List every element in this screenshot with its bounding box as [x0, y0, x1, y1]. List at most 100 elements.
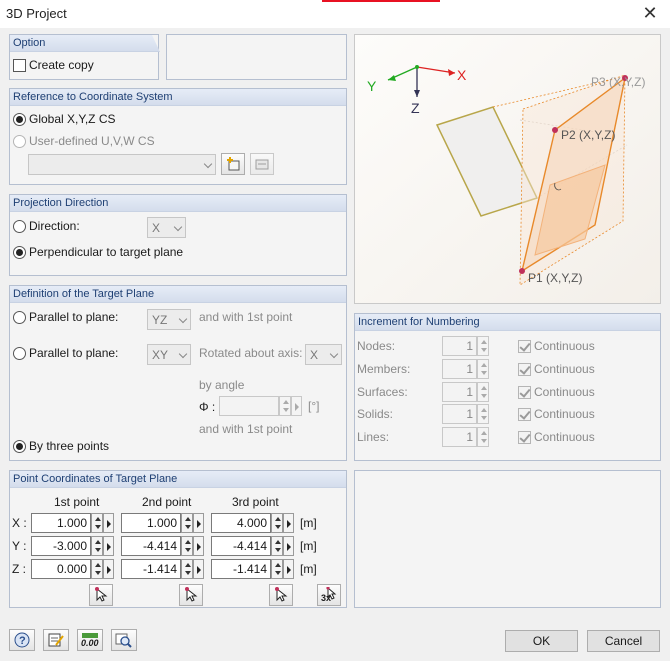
- user-defined-cs-radio[interactable]: [13, 135, 26, 148]
- solids-increment-spinner[interactable]: [477, 404, 489, 424]
- surfaces-increment-spinner[interactable]: [477, 382, 489, 402]
- angle-input[interactable]: [219, 396, 279, 416]
- z-2nd-spinner[interactable]: [181, 559, 193, 579]
- lines-increment-input[interactable]: 1: [442, 427, 477, 447]
- x-3rd-input[interactable]: 4.000: [211, 513, 271, 533]
- new-cs-icon: [227, 157, 240, 171]
- by-angle-label: by angle: [199, 378, 245, 392]
- z-2nd-input[interactable]: -1.414: [121, 559, 181, 579]
- parallel-plane-1-radio[interactable]: [13, 311, 26, 324]
- surfaces-label: Surfaces:: [357, 385, 408, 399]
- z-2nd-arrow[interactable]: [193, 559, 204, 579]
- three-points-label: By three points: [29, 439, 110, 453]
- solids-increment-input[interactable]: 1: [442, 404, 477, 424]
- y-3rd-spinner[interactable]: [271, 536, 283, 556]
- y-2nd-spinner[interactable]: [181, 536, 193, 556]
- members-increment-input[interactable]: 1: [442, 359, 477, 379]
- y-1st-spinner[interactable]: [91, 536, 103, 556]
- x-2nd-spinner[interactable]: [181, 513, 193, 533]
- angle-arrow-button[interactable]: [291, 396, 302, 416]
- point-coordinates-header: Point Coordinates of Target Plane: [10, 471, 346, 488]
- option-group: Option Create copy: [9, 34, 159, 80]
- col-1st-point: 1st point: [54, 495, 100, 509]
- z-3rd-arrow[interactable]: [283, 559, 294, 579]
- surfaces-continuous-checkbox[interactable]: [518, 386, 531, 399]
- y-3rd-input[interactable]: -4.414: [211, 536, 271, 556]
- y-1st-input[interactable]: -3.000: [31, 536, 91, 556]
- units-icon-label: 0.00: [81, 638, 99, 648]
- axis-x-label: X: [457, 67, 467, 83]
- projection-direction-group: Projection Direction Direction: X Perpen…: [9, 194, 347, 276]
- parallel-plane-2-radio[interactable]: [13, 347, 26, 360]
- x-2nd-arrow[interactable]: [193, 513, 204, 533]
- direction-radio[interactable]: [13, 220, 26, 233]
- lines-increment-spinner[interactable]: [477, 427, 489, 447]
- y-2nd-arrow[interactable]: [193, 536, 204, 556]
- lines-continuous-checkbox[interactable]: [518, 431, 531, 444]
- nodes-continuous-checkbox[interactable]: [518, 340, 531, 353]
- cancel-button[interactable]: Cancel: [587, 630, 660, 652]
- ok-button[interactable]: OK: [505, 630, 578, 652]
- global-cs-radio[interactable]: [13, 113, 26, 126]
- pick-2nd-point-button[interactable]: [179, 584, 203, 606]
- rotation-axis-combo[interactable]: X: [305, 344, 342, 365]
- close-button[interactable]: ✕: [636, 2, 664, 26]
- chevron-down-icon: [178, 314, 188, 324]
- angle-spinner[interactable]: [279, 396, 291, 416]
- pick-three-points-button[interactable]: 3x: [317, 584, 341, 606]
- surfaces-increment-input[interactable]: 1: [442, 382, 477, 402]
- x-1st-arrow[interactable]: [103, 513, 114, 533]
- pick-1st-point-button[interactable]: [89, 584, 113, 606]
- row-x-label: X :: [12, 516, 27, 530]
- three-points-radio[interactable]: [13, 440, 26, 453]
- members-label: Members:: [357, 362, 411, 376]
- view-details-button[interactable]: [111, 629, 137, 651]
- z-1st-input[interactable]: 0.000: [31, 559, 91, 579]
- new-cs-button[interactable]: [221, 153, 245, 175]
- phi-label: Φ :: [199, 400, 216, 414]
- surfaces-continuous-label: Continuous: [534, 385, 595, 399]
- projection-preview-graphic: X Y Z P1 (X,Y,Z) P2 (X,Y,Z) P3 (X,Y,Z): [355, 35, 660, 303]
- x-3rd-arrow[interactable]: [283, 513, 294, 533]
- x-1st-spinner[interactable]: [91, 513, 103, 533]
- x-1st-input[interactable]: 1.000: [31, 513, 91, 533]
- edit-cs-button[interactable]: [250, 153, 274, 175]
- pick-point-icon: [275, 587, 288, 602]
- plane-1-combo[interactable]: YZ: [147, 309, 191, 330]
- solids-continuous-checkbox[interactable]: [518, 408, 531, 421]
- perpendicular-label: Perpendicular to target plane: [29, 245, 184, 259]
- create-copy-checkbox[interactable]: [13, 59, 26, 72]
- z-3rd-spinner[interactable]: [271, 559, 283, 579]
- y-2nd-input[interactable]: -4.414: [121, 536, 181, 556]
- chevron-down-icon: [178, 349, 188, 359]
- members-continuous-checkbox[interactable]: [518, 363, 531, 376]
- units-decimals-button[interactable]: 0.00: [77, 629, 103, 651]
- parallel-plane-1-label: Parallel to plane:: [29, 310, 119, 324]
- lines-label: Lines:: [357, 430, 390, 444]
- x-2nd-input[interactable]: 1.000: [121, 513, 181, 533]
- pick-point-icon: [95, 587, 108, 602]
- row-z-label: Z :: [12, 562, 26, 576]
- z-1st-spinner[interactable]: [91, 559, 103, 579]
- x-3rd-spinner[interactable]: [271, 513, 283, 533]
- svg-text:?: ?: [19, 635, 26, 647]
- members-increment-spinner[interactable]: [477, 359, 489, 379]
- window-title: 3D Project: [6, 6, 67, 21]
- y-1st-arrow[interactable]: [103, 536, 114, 556]
- nodes-increment-input[interactable]: 1: [442, 336, 477, 356]
- z-3rd-input[interactable]: -1.414: [211, 559, 271, 579]
- plane-2-combo[interactable]: XY: [147, 344, 191, 365]
- perpendicular-radio[interactable]: [13, 246, 26, 259]
- nodes-increment-spinner[interactable]: [477, 336, 489, 356]
- pick-3rd-point-button[interactable]: [269, 584, 293, 606]
- reference-cs-group: Reference to Coordinate System Global X,…: [9, 88, 347, 185]
- members-continuous-label: Continuous: [534, 362, 595, 376]
- z-unit: [m]: [300, 562, 317, 576]
- help-button[interactable]: ?: [9, 629, 35, 651]
- user-cs-combo[interactable]: [28, 154, 216, 175]
- z-1st-arrow[interactable]: [103, 559, 114, 579]
- point-coordinates-group: Point Coordinates of Target Plane 1st po…: [9, 470, 347, 608]
- y-3rd-arrow[interactable]: [283, 536, 294, 556]
- edit-notes-button[interactable]: [43, 629, 69, 651]
- direction-axis-combo[interactable]: X: [147, 217, 186, 238]
